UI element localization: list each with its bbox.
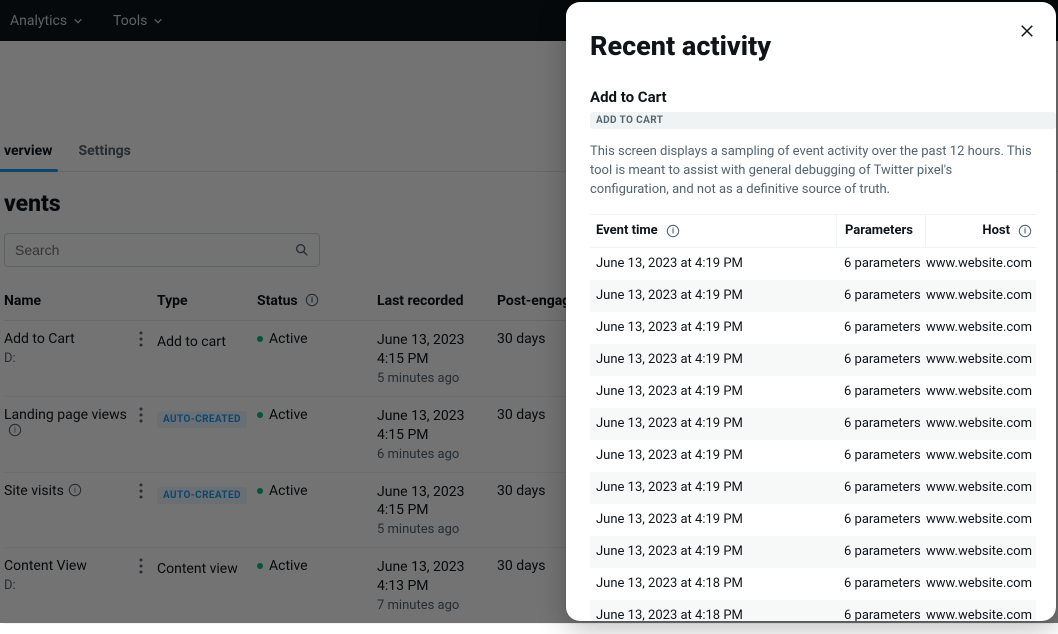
activity-parameters: 6 parameters [836, 352, 926, 367]
activity-row[interactable]: June 13, 2023 at 4:19 PM6 parameterswww.… [590, 248, 1036, 280]
activity-host: www.website.com [926, 352, 1036, 367]
col-host[interactable]: Host i [926, 223, 1036, 238]
activity-parameters: 6 parameters [836, 320, 926, 335]
activity-parameters: 6 parameters [836, 576, 926, 591]
activity-time: June 13, 2023 at 4:19 PM [590, 288, 836, 303]
activity-host: www.website.com [926, 480, 1036, 495]
activity-time: June 13, 2023 at 4:19 PM [590, 256, 836, 271]
activity-time: June 13, 2023 at 4:19 PM [590, 320, 836, 335]
activity-host: www.website.com [926, 544, 1036, 559]
activity-row[interactable]: June 13, 2023 at 4:18 PM6 parameterswww.… [590, 600, 1036, 621]
activity-host: www.website.com [926, 256, 1036, 271]
col-event-time[interactable]: Event time i [590, 223, 836, 238]
activity-parameters: 6 parameters [836, 416, 926, 431]
activity-time: June 13, 2023 at 4:18 PM [590, 608, 836, 621]
activity-time: June 13, 2023 at 4:19 PM [590, 448, 836, 463]
activity-host: www.website.com [926, 448, 1036, 463]
activity-time: June 13, 2023 at 4:19 PM [590, 544, 836, 559]
activity-row[interactable]: June 13, 2023 at 4:19 PM6 parameterswww.… [590, 472, 1036, 504]
activity-parameters: 6 parameters [836, 256, 926, 271]
col-parameters[interactable]: Parameters [836, 215, 926, 247]
activity-row[interactable]: June 13, 2023 at 4:19 PM6 parameterswww.… [590, 344, 1036, 376]
activity-host: www.website.com [926, 320, 1036, 335]
svg-text:i: i [1024, 226, 1026, 235]
activity-row[interactable]: June 13, 2023 at 4:19 PM6 parameterswww.… [590, 536, 1036, 568]
activity-host: www.website.com [926, 384, 1036, 399]
activity-host: www.website.com [926, 608, 1036, 621]
info-icon: i [1018, 224, 1032, 238]
event-tag: ADD TO CART [590, 112, 1056, 129]
activity-time: June 13, 2023 at 4:19 PM [590, 512, 836, 527]
activity-row[interactable]: June 13, 2023 at 4:19 PM6 parameterswww.… [590, 312, 1036, 344]
activity-row[interactable]: June 13, 2023 at 4:19 PM6 parameterswww.… [590, 280, 1036, 312]
activity-host: www.website.com [926, 576, 1036, 591]
close-button[interactable] [1016, 20, 1038, 42]
info-icon: i [666, 224, 680, 238]
activity-time: June 13, 2023 at 4:19 PM [590, 384, 836, 399]
event-name: Add to Cart [590, 88, 1056, 106]
activity-time: June 13, 2023 at 4:19 PM [590, 480, 836, 495]
activity-time: June 13, 2023 at 4:19 PM [590, 352, 836, 367]
activity-host: www.website.com [926, 416, 1036, 431]
activity-parameters: 6 parameters [836, 384, 926, 399]
panel-description: This screen displays a sampling of event… [590, 143, 1056, 200]
svg-text:i: i [672, 226, 674, 235]
panel-title: Recent activity [566, 2, 1056, 72]
activity-row[interactable]: June 13, 2023 at 4:18 PM6 parameterswww.… [590, 568, 1036, 600]
activity-host: www.website.com [926, 512, 1036, 527]
activity-parameters: 6 parameters [836, 608, 926, 621]
close-icon [1018, 22, 1036, 40]
activity-row[interactable]: June 13, 2023 at 4:19 PM6 parameterswww.… [590, 408, 1036, 440]
activity-table-head: Event time i Parameters Host i [590, 214, 1036, 248]
activity-parameters: 6 parameters [836, 288, 926, 303]
activity-parameters: 6 parameters [836, 480, 926, 495]
activity-parameters: 6 parameters [836, 544, 926, 559]
activity-parameters: 6 parameters [836, 448, 926, 463]
activity-row[interactable]: June 13, 2023 at 4:19 PM6 parameterswww.… [590, 376, 1036, 408]
activity-row[interactable]: June 13, 2023 at 4:19 PM6 parameterswww.… [590, 504, 1036, 536]
activity-time: June 13, 2023 at 4:18 PM [590, 576, 836, 591]
activity-parameters: 6 parameters [836, 512, 926, 527]
activity-time: June 13, 2023 at 4:19 PM [590, 416, 836, 431]
recent-activity-panel: Recent activity Add to Cart ADD TO CART … [566, 2, 1056, 621]
activity-row[interactable]: June 13, 2023 at 4:19 PM6 parameterswww.… [590, 440, 1036, 472]
activity-host: www.website.com [926, 288, 1036, 303]
